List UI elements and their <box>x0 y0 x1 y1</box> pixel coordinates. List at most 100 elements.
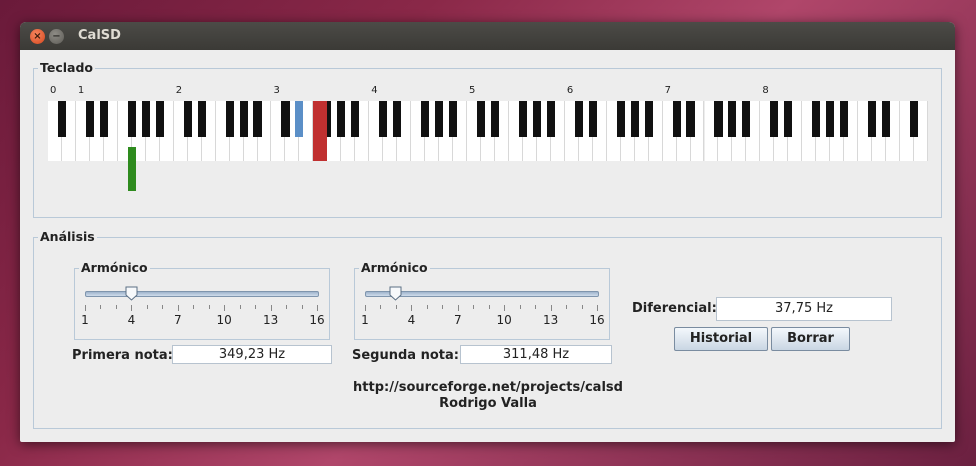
slider-tick <box>504 305 506 311</box>
differential-field[interactable]: 37,75 Hz <box>716 297 892 321</box>
black-key[interactable] <box>57 101 66 137</box>
slider-tick <box>488 305 490 309</box>
harmonic-group-1: Armónico 1 4 7 10 13 16 <box>74 260 330 340</box>
slider-tick <box>100 305 102 309</box>
black-key[interactable] <box>868 101 877 137</box>
slider-tick <box>115 305 117 309</box>
black-key[interactable] <box>435 101 444 137</box>
slider-tick <box>208 305 210 309</box>
black-key[interactable] <box>421 101 430 137</box>
black-key[interactable] <box>812 101 821 137</box>
black-key[interactable] <box>490 101 500 137</box>
slider-tick <box>85 305 86 311</box>
black-key[interactable] <box>714 101 723 137</box>
black-key[interactable] <box>672 101 681 137</box>
black-key[interactable] <box>85 101 94 137</box>
history-button[interactable]: Historial <box>674 327 768 351</box>
black-key[interactable] <box>840 101 849 137</box>
primary-note-marker <box>313 101 328 161</box>
black-key[interactable] <box>742 101 751 137</box>
differential-label: Diferencial: <box>632 301 717 316</box>
black-key[interactable] <box>155 101 164 137</box>
black-key[interactable] <box>99 101 108 137</box>
black-key[interactable] <box>253 101 262 137</box>
black-key[interactable] <box>532 101 541 137</box>
black-key[interactable] <box>183 101 192 137</box>
window-title: CalSD <box>78 28 121 43</box>
analysis-legend: Análisis <box>38 229 97 244</box>
black-key[interactable] <box>574 101 583 137</box>
octave-label: 7 <box>664 85 671 96</box>
slider-track[interactable] <box>85 291 319 297</box>
black-key[interactable] <box>379 101 388 137</box>
black-key[interactable] <box>686 101 695 137</box>
black-key[interactable] <box>141 101 150 137</box>
black-key[interactable] <box>826 101 835 137</box>
black-key[interactable] <box>616 101 625 137</box>
slider-thumb[interactable] <box>125 286 138 301</box>
slider-tick <box>550 305 552 311</box>
slider-tick <box>395 305 397 309</box>
black-key[interactable] <box>644 101 653 137</box>
octave-label: 0 <box>50 85 57 96</box>
slider-tick <box>146 305 148 309</box>
slider-tick <box>301 305 303 309</box>
slider-tick-label: 10 <box>216 313 232 327</box>
slider-tick-label: 4 <box>407 313 416 327</box>
harmonic-legend-1: Armónico <box>79 260 150 275</box>
octave-label: 5 <box>469 85 476 96</box>
black-key[interactable] <box>127 101 136 137</box>
slider-tick-label: 16 <box>309 313 325 327</box>
calsd-window: × − CalSD Teclado 0 1 2 3 4 5 6 7 8 Análisis Arm… <box>20 22 955 442</box>
black-key[interactable] <box>476 101 486 137</box>
slider-tick <box>239 305 241 309</box>
first-note-field[interactable]: 349,23 Hz <box>172 345 332 364</box>
slider-tick <box>535 305 537 309</box>
project-url[interactable]: http://sourceforge.net/projects/calsd <box>338 380 638 395</box>
fundamental-note-marker <box>127 147 136 191</box>
black-key[interactable] <box>546 101 555 137</box>
black-key[interactable] <box>784 101 793 137</box>
second-note-label: Segunda nota: <box>352 348 459 363</box>
black-key[interactable] <box>770 101 779 137</box>
title-bar[interactable]: × − CalSD <box>20 22 955 50</box>
black-key[interactable] <box>728 101 737 137</box>
slider-tick <box>442 305 444 309</box>
close-icon[interactable]: × <box>30 29 45 44</box>
slider-tick <box>566 305 568 309</box>
octave-label: 4 <box>371 85 378 96</box>
black-key[interactable] <box>909 101 919 137</box>
black-key[interactable] <box>197 101 206 137</box>
slider-tick <box>162 305 164 309</box>
minimize-icon[interactable]: − <box>49 29 64 44</box>
black-key[interactable] <box>239 101 248 137</box>
slider-tick <box>411 305 413 311</box>
black-key[interactable] <box>882 101 891 137</box>
clear-button[interactable]: Borrar <box>771 327 850 351</box>
slider-tick <box>270 305 272 311</box>
second-note-field[interactable]: 311,48 Hz <box>460 345 612 364</box>
black-key[interactable] <box>225 101 234 137</box>
author-name: Rodrigo Valla <box>439 396 537 411</box>
slider-tick-label: 13 <box>262 313 279 327</box>
slider-tick-label: 13 <box>542 313 559 327</box>
black-key[interactable] <box>630 101 639 137</box>
slider-tick <box>131 305 133 311</box>
slider-tick-label: 16 <box>589 313 605 327</box>
harmonic-legend-2: Armónico <box>359 260 430 275</box>
harmonic-group-2: Armónico 1 4 7 10 13 16 <box>354 260 610 340</box>
black-key[interactable] <box>351 101 360 137</box>
slider-tick <box>581 305 583 309</box>
secondary-note-marker <box>295 101 304 137</box>
black-key[interactable] <box>588 101 597 137</box>
slider-tick <box>597 305 598 311</box>
black-key[interactable] <box>393 101 402 137</box>
black-key[interactable] <box>281 101 290 137</box>
black-key[interactable] <box>449 101 458 137</box>
piano-keyboard[interactable] <box>48 101 928 191</box>
slider-tick <box>317 305 318 311</box>
slider-tick <box>519 305 521 309</box>
slider-thumb[interactable] <box>389 286 402 301</box>
black-key[interactable] <box>518 101 527 137</box>
black-key[interactable] <box>337 101 346 137</box>
